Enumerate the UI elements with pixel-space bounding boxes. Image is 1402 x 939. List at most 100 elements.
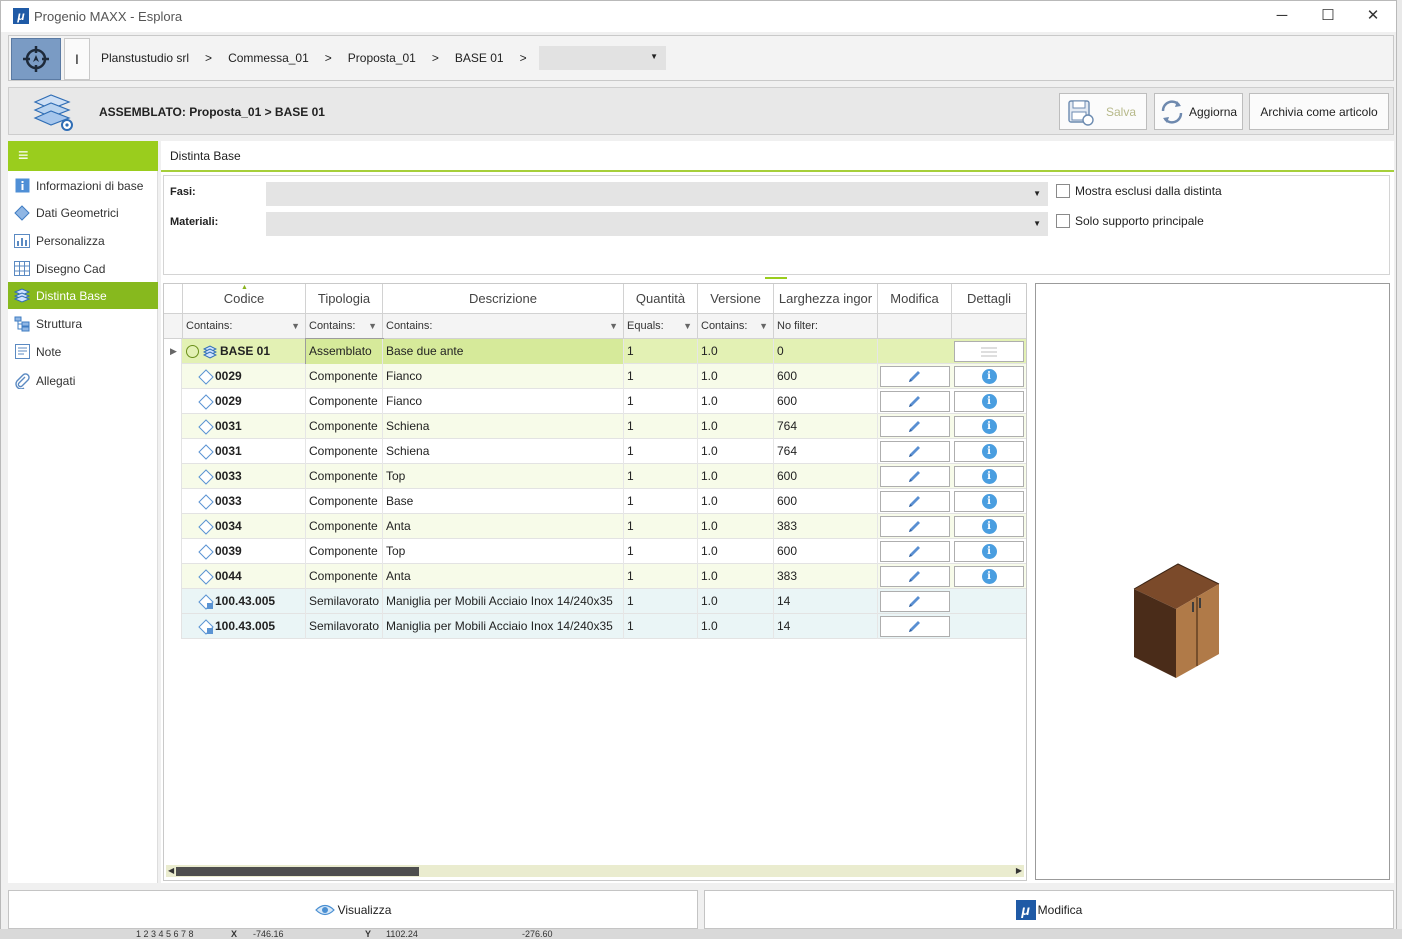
column-header-type[interactable]: Tipologia: [306, 284, 383, 314]
sidebar-item-customize[interactable]: Personalizza: [8, 227, 158, 254]
scroll-left-icon[interactable]: ◀: [168, 865, 174, 877]
edit-row-button[interactable]: [880, 466, 950, 487]
table-row[interactable]: 0039 Componente Top 1 1.0 600 i: [164, 539, 1026, 564]
edit-row-button[interactable]: [880, 491, 950, 512]
breadcrumb-item-proposal[interactable]: Proposta_01: [348, 51, 416, 65]
filter-funnel-icon[interactable]: ▼: [759, 314, 768, 339]
details-info-button[interactable]: i: [954, 491, 1024, 512]
filter-cell-description[interactable]: Contains: ▼: [383, 314, 624, 339]
close-button[interactable]: ✕: [1358, 6, 1388, 26]
table-row[interactable]: 0031 Componente Schiena 1 1.0 764 i: [164, 414, 1026, 439]
edit-row-button[interactable]: [880, 441, 950, 462]
materials-dropdown[interactable]: ▼: [266, 212, 1048, 236]
row-selector[interactable]: [164, 414, 182, 439]
table-row[interactable]: 0033 Componente Base 1 1.0 600 i: [164, 489, 1026, 514]
panel-splitter-handle[interactable]: [765, 277, 787, 279]
maximize-button[interactable]: ☐: [1313, 6, 1343, 26]
column-header-edit[interactable]: Modifica: [878, 284, 952, 314]
table-row[interactable]: 100.43.005 Semilavorato Maniglia per Mobil…: [164, 614, 1026, 639]
edit-row-button[interactable]: [880, 541, 950, 562]
details-info-button[interactable]: i: [954, 466, 1024, 487]
edit-row-button[interactable]: [880, 391, 950, 412]
checkbox-box[interactable]: [1056, 184, 1070, 198]
scrollbar-thumb[interactable]: [176, 867, 419, 876]
details-info-button[interactable]: i: [954, 566, 1024, 587]
edit-row-button[interactable]: [880, 616, 950, 637]
column-header-width[interactable]: Larghezza ingor: [774, 284, 878, 314]
details-info-button[interactable]: i: [954, 541, 1024, 562]
filter-funnel-icon[interactable]: ▼: [291, 314, 300, 339]
table-row-root[interactable]: ▶ BASE 01 Assemblato Base due ante 1 1.0 0: [164, 338, 1026, 365]
table-row[interactable]: 0029 Componente Fianco 1 1.0 600 i: [164, 364, 1026, 389]
checkbox-box[interactable]: [1056, 214, 1070, 228]
save-button[interactable]: Salva: [1059, 93, 1147, 130]
table-row[interactable]: 0031 Componente Schiena 1 1.0 764 i: [164, 439, 1026, 464]
main-support-checkbox[interactable]: Solo supporto principale: [1056, 214, 1204, 228]
details-info-button[interactable]: i: [954, 391, 1024, 412]
edit-button[interactable]: μ Modifica: [704, 890, 1394, 929]
details-info-button[interactable]: i: [954, 441, 1024, 462]
view-button[interactable]: Visualizza: [8, 890, 698, 929]
edit-row-button[interactable]: [880, 416, 950, 437]
sidebar-item-structure[interactable]: Struttura: [8, 310, 158, 337]
filter-cell-width[interactable]: No filter:: [774, 314, 878, 339]
menu-toggle-button[interactable]: ≡: [8, 141, 158, 171]
model-preview-panel[interactable]: [1035, 283, 1390, 880]
sidebar-item-geometric-data[interactable]: Dati Geometrici: [8, 199, 158, 226]
filter-cell-version[interactable]: Contains: ▼: [698, 314, 774, 339]
show-excluded-checkbox[interactable]: Mostra esclusi dalla distinta: [1056, 184, 1222, 198]
breadcrumb-item-base[interactable]: BASE 01: [455, 51, 504, 65]
column-header-code[interactable]: Codice ▲: [183, 284, 306, 314]
filter-cell-code[interactable]: Contains: ▼: [183, 314, 306, 339]
locate-button[interactable]: [11, 38, 61, 80]
text-cursor-button[interactable]: I: [64, 38, 90, 80]
row-selector[interactable]: [164, 489, 182, 514]
table-row[interactable]: 0044 Componente Anta 1 1.0 383 i: [164, 564, 1026, 589]
archive-as-article-button[interactable]: Archivia come articolo: [1249, 93, 1389, 130]
expand-arrow-icon[interactable]: ▶: [170, 339, 177, 364]
sidebar-item-notes[interactable]: Note: [8, 338, 158, 365]
table-row[interactable]: 0029 Componente Fianco 1 1.0 600 i: [164, 389, 1026, 414]
row-selector[interactable]: [164, 464, 182, 489]
table-row[interactable]: 100.43.005 Semilavorato Maniglia per Mobil…: [164, 589, 1026, 614]
minimize-button[interactable]: ─: [1267, 6, 1297, 26]
sidebar-item-attachments[interactable]: Allegati: [8, 367, 158, 394]
details-info-button[interactable]: i: [954, 366, 1024, 387]
filter-cell-quantity[interactable]: Equals: ▼: [624, 314, 698, 339]
phases-dropdown[interactable]: ▼: [266, 182, 1048, 206]
row-selector[interactable]: [164, 364, 182, 389]
breadcrumb-item-order[interactable]: Commessa_01: [228, 51, 309, 65]
row-selector[interactable]: [164, 564, 182, 589]
row-selector[interactable]: [164, 614, 182, 639]
page-tabs[interactable]: 1 2 3 4 5 6 7 8: [136, 929, 194, 939]
table-row[interactable]: 0034 Componente Anta 1 1.0 383 i: [164, 514, 1026, 539]
details-info-button[interactable]: i: [954, 416, 1024, 437]
column-header-version[interactable]: Versione: [698, 284, 774, 314]
row-selector[interactable]: [164, 439, 182, 464]
row-selector[interactable]: [164, 589, 182, 614]
sidebar-item-bill-of-materials[interactable]: Distinta Base: [8, 282, 158, 309]
tab-bill-of-materials[interactable]: Distinta Base: [161, 141, 1394, 172]
sidebar-item-basic-info[interactable]: Informazioni di base: [8, 172, 158, 199]
edit-row-button[interactable]: [880, 591, 950, 612]
row-selector[interactable]: [164, 389, 182, 414]
breadcrumb-dropdown[interactable]: ▼: [539, 46, 666, 70]
filter-cell-type[interactable]: Contains: ▼: [306, 314, 383, 339]
horizontal-scrollbar[interactable]: ◀ ▶: [166, 865, 1024, 877]
sidebar-item-cad-drawing[interactable]: Disegno Cad: [8, 255, 158, 282]
filter-funnel-icon[interactable]: ▼: [368, 314, 377, 339]
column-header-details[interactable]: Dettagli: [952, 284, 1026, 314]
scroll-right-icon[interactable]: ▶: [1016, 865, 1022, 877]
column-header-quantity[interactable]: Quantità: [624, 284, 698, 314]
column-header-description[interactable]: Descrizione: [383, 284, 624, 314]
table-row[interactable]: 0033 Componente Top 1 1.0 600 i: [164, 464, 1026, 489]
row-selector[interactable]: [164, 539, 182, 564]
filter-funnel-icon[interactable]: ▼: [609, 314, 618, 339]
edit-row-button[interactable]: [880, 516, 950, 537]
refresh-button[interactable]: Aggiorna: [1154, 93, 1243, 130]
row-selector[interactable]: [164, 514, 182, 539]
edit-row-button[interactable]: [880, 566, 950, 587]
filter-funnel-icon[interactable]: ▼: [683, 314, 692, 339]
breadcrumb-item-company[interactable]: Planstustudio srl: [101, 51, 189, 65]
details-info-button[interactable]: i: [954, 516, 1024, 537]
